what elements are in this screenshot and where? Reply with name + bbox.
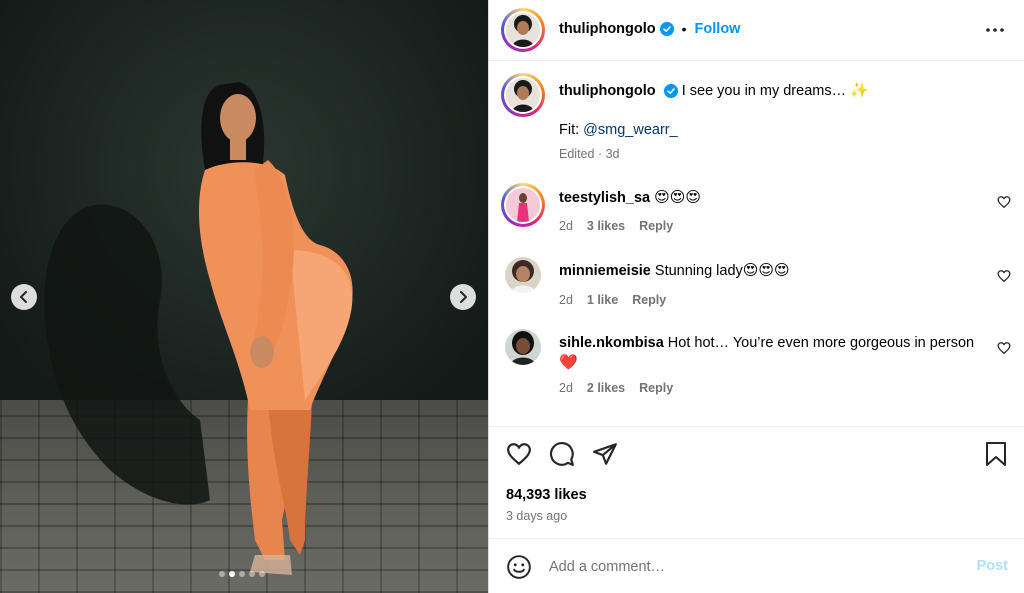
follow-button[interactable]: Follow (695, 21, 741, 37)
post-actions: 84,393 likes 3 days ago (489, 426, 1024, 538)
comment-username[interactable]: minniemeisie (559, 263, 651, 279)
verified-badge-icon (663, 84, 678, 99)
sparkles-emoji: ✨ (850, 82, 869, 99)
meta-dot: · (597, 147, 603, 161)
separator-dot: • (681, 21, 687, 37)
avatar-image (505, 329, 541, 365)
fit-label: Fit: (559, 122, 580, 138)
like-comment-heart-icon[interactable] (997, 341, 1011, 355)
comment-emojis: ❤️ (559, 354, 578, 371)
comment-emojis: 😍😍😍 (654, 189, 702, 206)
comment-age: 2d (559, 381, 573, 395)
comment-age: 2d (559, 293, 573, 307)
carousel-dot (239, 571, 245, 577)
commenter-avatar[interactable] (505, 329, 541, 365)
avatar-image (506, 13, 540, 47)
author-username[interactable]: thuliphongolo (559, 21, 656, 37)
commenter-avatar[interactable] (501, 183, 545, 227)
carousel-indicator (219, 571, 265, 577)
caption-meta: Edited · 3d (559, 147, 620, 161)
reply-button[interactable]: Reply (632, 293, 666, 307)
comment-username[interactable]: sihle.nkombisa (559, 335, 664, 351)
carousel-dot (259, 571, 265, 577)
reply-button[interactable]: Reply (639, 381, 673, 395)
save-bookmark-icon[interactable] (984, 441, 1008, 467)
post-time: 3 days ago (506, 509, 568, 523)
carousel-dot (219, 571, 225, 577)
like-heart-icon[interactable] (506, 441, 532, 467)
carousel-dot (249, 571, 255, 577)
more-options-icon[interactable] (985, 20, 1005, 40)
add-comment-bar: Post (489, 538, 1024, 593)
comment-text: Hot hot… You’re even more gorgeous in pe… (667, 335, 975, 351)
like-comment-heart-icon[interactable] (997, 269, 1011, 283)
carousel-next-button[interactable] (450, 284, 476, 310)
post-header: thuliphongolo • Follow (489, 0, 1024, 61)
carousel-prev-button[interactable] (11, 284, 37, 310)
commenter-avatar[interactable] (505, 257, 541, 293)
comment-input[interactable] (549, 554, 949, 580)
fit-mention-link[interactable]: @smg_wearr_ (583, 122, 678, 138)
carousel-dot (229, 571, 235, 577)
post-caption: thuliphongolo I see you in my dreams… ✨ (559, 82, 999, 100)
comment-likes[interactable]: 1 like (587, 293, 618, 307)
post-details-panel: thuliphongolo • Follow thuliphongolo I s… (488, 0, 1024, 593)
caption-text: I see you in my dreams… (681, 83, 847, 99)
comment-username[interactable]: teestylish_sa (559, 190, 650, 206)
post-comment-button[interactable]: Post (977, 558, 1008, 574)
post-media (0, 0, 488, 593)
comment-emojis: 😍😍😍 (742, 262, 790, 279)
author-avatar[interactable] (501, 8, 545, 52)
comment-bubble-icon[interactable] (549, 441, 575, 467)
post-photo (44, 82, 353, 575)
reply-button[interactable]: Reply (639, 219, 673, 233)
like-comment-heart-icon[interactable] (997, 195, 1011, 209)
comment-age: 2d (559, 219, 573, 233)
caption-age: 3d (605, 147, 620, 161)
caption-username[interactable]: thuliphongolo (559, 83, 656, 99)
avatar-image (505, 257, 541, 293)
likes-count[interactable]: 84,393 likes (506, 487, 587, 503)
comments-section[interactable]: thuliphongolo I see you in my dreams… ✨ … (489, 61, 1024, 426)
chevron-right-icon (460, 291, 467, 303)
caption-fit-line: Fit: @smg_wearr_ (559, 122, 678, 138)
emoji-smiley-icon[interactable] (506, 554, 532, 580)
share-paper-plane-icon[interactable] (592, 441, 618, 467)
comment-likes[interactable]: 2 likes (587, 381, 625, 395)
verified-badge-icon (659, 22, 674, 36)
chevron-left-icon (20, 291, 27, 303)
comment-text: Stunning lady (654, 263, 743, 279)
edited-label: Edited (559, 147, 595, 161)
avatar-image (506, 188, 540, 222)
caption-author-avatar[interactable] (501, 73, 545, 117)
comment-likes[interactable]: 3 likes (587, 219, 625, 233)
avatar-image (506, 78, 540, 112)
